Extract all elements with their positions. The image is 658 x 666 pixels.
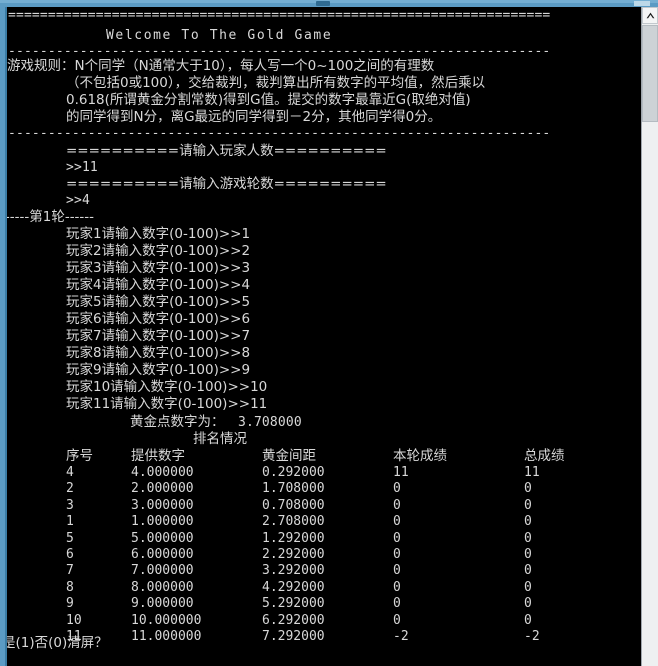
player-prompt-7[interactable]: 玩家7请输入数字(0-100)>>7	[66, 328, 250, 344]
table-cell-round-score: 0	[393, 530, 401, 546]
table-cell-gap: 5.292000	[262, 596, 325, 612]
window-titlebar[interactable]	[0, 0, 658, 7]
table-cell-round-score: 0	[393, 497, 401, 513]
table-cell-index: 8	[66, 579, 74, 595]
table-header-number: 提供数字	[131, 448, 185, 464]
table-cell-total-score: 0	[524, 579, 532, 595]
table-cell-gap: 6.292000	[262, 612, 325, 628]
table-cell-index: 6	[66, 547, 74, 562]
window-control-buttons[interactable]	[634, 1, 650, 6]
table-cell-gap: 4.292000	[262, 579, 325, 595]
input-round-count[interactable]: >>4	[66, 193, 90, 209]
round-banner: ------第1轮------	[7, 209, 95, 225]
minimize-button[interactable]	[316, 1, 330, 6]
prompt-round-count: ==========请输入游戏轮数==========	[66, 176, 387, 192]
rules-line-4: 的同学得到N分，离G最远的同学得到－2分，其他同学得0分。	[66, 109, 442, 125]
table-cell-number: 9.000000	[131, 596, 194, 612]
table-cell-round-score: 0	[393, 481, 401, 497]
table-cell-round-score: 0	[393, 563, 401, 579]
table-cell-number: 8.000000	[131, 579, 194, 595]
table-cell-number: 6.000000	[131, 547, 194, 562]
table-cell-index: 5	[66, 530, 74, 546]
table-header-total: 总成绩	[524, 448, 565, 464]
table-cell-gap: 0.708000	[262, 497, 325, 513]
input-player-count[interactable]: >>11	[66, 160, 98, 176]
table-header-index: 序号	[66, 448, 93, 464]
table-header-gap: 黄金间距	[262, 448, 316, 464]
table-cell-index: 10	[66, 612, 82, 628]
table-cell-total-score: 0	[524, 547, 532, 562]
table-cell-total-score: 0	[524, 497, 532, 513]
player-prompt-10[interactable]: 玩家10请输入数字(0-100)>>10	[66, 379, 267, 395]
scrollbar-track[interactable]	[642, 122, 658, 666]
separator-dashed-2: ----------------------------------------…	[8, 126, 551, 141]
table-cell-total-score: 0	[524, 563, 532, 579]
table-cell-total-score: 0	[524, 612, 532, 628]
table-cell-total-score: 0	[524, 530, 532, 546]
rules-line-1: 游戏规则：N个同学（N通常大于10），每人写一个0~100之间的有理数	[7, 58, 435, 74]
player-prompt-5[interactable]: 玩家5请输入数字(0-100)>>5	[66, 294, 250, 310]
table-cell-total-score: -2	[524, 629, 540, 644]
table-header-round: 本轮成绩	[393, 448, 447, 464]
table-cell-total-score: 0	[524, 596, 532, 612]
rules-line-3: 0.618(所谓黄金分割常数)得到G值。提交的数字最靠近G(取绝对值)	[66, 92, 471, 108]
clear-screen-prompt[interactable]: 是(1)否(0)清屏？	[7, 635, 108, 651]
scroll-up-button[interactable]	[642, 7, 658, 24]
table-cell-number: 1.000000	[131, 514, 194, 530]
table-cell-number: 5.000000	[131, 530, 194, 546]
table-cell-round-score: 0	[393, 612, 401, 628]
golden-point-value: 3.708000	[238, 415, 302, 430]
table-cell-index: 4	[66, 465, 74, 480]
table-cell-total-score: 0	[524, 481, 532, 497]
player-prompt-3[interactable]: 玩家3请输入数字(0-100)>>3	[66, 260, 250, 276]
golden-point-label: 黄金点数字为：	[130, 414, 225, 430]
table-cell-round-score: 0	[393, 514, 401, 530]
table-cell-index: 7	[66, 563, 74, 579]
page-title: Welcome To The Gold Game	[106, 28, 333, 43]
table-cell-gap: 7.292000	[262, 629, 325, 644]
console-output-area[interactable]: ========================================…	[7, 7, 641, 666]
separator-top: ========================================…	[8, 8, 551, 23]
table-cell-index: 2	[66, 481, 74, 497]
table-cell-gap: 1.708000	[262, 481, 325, 497]
table-cell-number: 11.000000	[131, 629, 202, 644]
table-cell-gap: 3.292000	[262, 563, 325, 579]
player-prompt-4[interactable]: 玩家4请输入数字(0-100)>>4	[66, 277, 250, 293]
table-cell-round-score: 11	[393, 465, 409, 480]
ranking-title: 排名情况	[193, 431, 247, 447]
table-cell-total-score: 11	[524, 465, 540, 480]
table-cell-index: 1	[66, 514, 74, 530]
player-prompt-9[interactable]: 玩家9请输入数字(0-100)>>9	[66, 362, 250, 378]
player-prompt-6[interactable]: 玩家6请输入数字(0-100)>>6	[66, 311, 250, 327]
table-cell-round-score: -2	[393, 629, 409, 644]
player-prompt-8[interactable]: 玩家8请输入数字(0-100)>>8	[66, 345, 250, 361]
table-cell-gap: 1.292000	[262, 530, 325, 546]
table-cell-gap: 0.292000	[262, 465, 325, 480]
player-prompt-1[interactable]: 玩家1请输入数字(0-100)>>1	[66, 226, 250, 242]
table-cell-number: 4.000000	[131, 465, 194, 480]
table-cell-number: 7.000000	[131, 563, 194, 579]
table-cell-index: 9	[66, 596, 74, 612]
table-cell-gap: 2.292000	[262, 547, 325, 562]
player-prompt-2[interactable]: 玩家2请输入数字(0-100)>>2	[66, 243, 250, 259]
prompt-player-count: ==========请输入玩家人数==========	[66, 143, 387, 159]
table-cell-number: 3.000000	[131, 497, 194, 513]
scrollbar-thumb[interactable]	[642, 25, 658, 122]
table-cell-number: 10.000000	[131, 612, 202, 628]
table-cell-round-score: 0	[393, 596, 401, 612]
chevron-up-icon	[646, 12, 655, 19]
table-cell-number: 2.000000	[131, 481, 194, 497]
table-cell-round-score: 0	[393, 547, 401, 562]
console-window: ========================================…	[0, 0, 658, 666]
table-cell-round-score: 0	[393, 579, 401, 595]
table-cell-index: 3	[66, 497, 74, 513]
table-cell-gap: 2.708000	[262, 514, 325, 530]
table-cell-total-score: 0	[524, 514, 532, 530]
vertical-scrollbar[interactable]	[641, 7, 658, 666]
player-prompt-11[interactable]: 玩家11请输入数字(0-100)>>11	[66, 396, 267, 412]
rules-line-2: （不包括0或100），交给裁判，裁判算出所有数字的平均值，然后乘以	[66, 75, 486, 91]
